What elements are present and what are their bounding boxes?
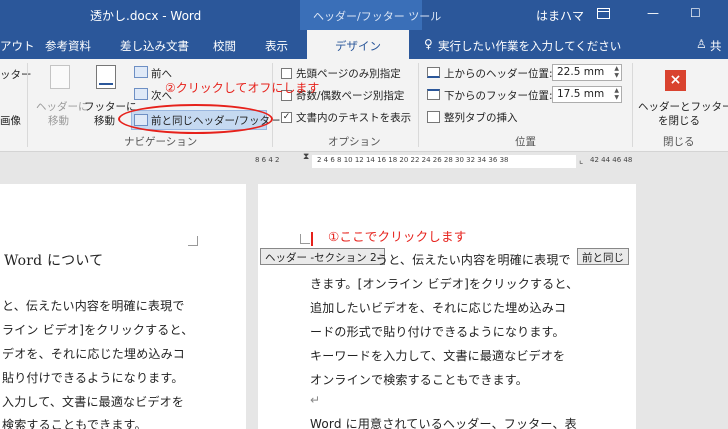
insert-align-tab-icon[interactable] xyxy=(427,111,440,123)
right-line-6: オンラインで検索することもできます。 xyxy=(310,373,528,387)
left-line-6: 検索することもできます。 xyxy=(2,418,147,429)
show-doc-text-label[interactable]: 文書内のテキストを表示 xyxy=(296,110,411,125)
tab-references[interactable]: 参考資料 xyxy=(45,38,91,54)
group-label-position: 位置 xyxy=(515,136,536,148)
prev-icon[interactable] xyxy=(134,66,148,78)
right-line-3: 追加したいビデオを、それに応じた埋め込みコ xyxy=(310,301,567,315)
ruler-mid-numbers: 2 4 6 8 10 12 14 16 18 20 22 24 26 28 30… xyxy=(317,156,509,164)
tab-stop-icon[interactable]: ⌞ xyxy=(579,156,583,166)
goto-footer-icon[interactable] xyxy=(96,65,116,89)
minimize-button[interactable]: — xyxy=(647,6,659,20)
header-section-tag: ヘッダー -セクション 2- xyxy=(260,248,386,265)
tab-view[interactable]: 表示 xyxy=(265,38,288,54)
right-line-8: Word に用意されているヘッダー、フッター、表 xyxy=(310,417,577,429)
goto-header-label-1[interactable]: ヘッダーに xyxy=(36,99,89,114)
lightbulb-icon: ♀ xyxy=(424,37,433,51)
tell-me-input[interactable]: 実行したい作業を入力してください xyxy=(438,38,621,54)
title-bar: 透かし.docx - Word ヘッダー/フッター ツール はまハマ — ☐ xyxy=(0,0,728,30)
tab-layout-partial[interactable]: アウト xyxy=(0,38,35,54)
user-name[interactable]: はまハマ xyxy=(536,7,584,24)
header-from-top-value: 22.5 mm xyxy=(557,66,605,78)
right-line-5: キーワードを入力して、文書に最適なビデオを xyxy=(310,349,566,363)
close-header-footer-label-1[interactable]: ヘッダーとフッター xyxy=(638,99,728,114)
window-title: 透かし.docx - Word xyxy=(90,9,202,23)
group-label-navigation: ナビゲーション xyxy=(124,136,198,148)
ribbon-display-icon[interactable] xyxy=(597,8,610,19)
context-tool-label: ヘッダー/フッター ツール xyxy=(313,10,442,23)
left-line-5: 入力して、文書に最適なビデオを xyxy=(2,395,185,409)
left-line-3: デオを、それに応じた埋め込みコ xyxy=(2,347,186,361)
header-position-icon xyxy=(427,67,440,78)
next-icon[interactable] xyxy=(134,88,148,100)
click-cursor-mark xyxy=(311,232,313,246)
share-label[interactable]: 共 xyxy=(710,38,722,54)
group-label-close: 閉じる xyxy=(663,136,695,148)
footer-from-bottom-input[interactable]: 17.5 mm ▲ ▼ xyxy=(552,86,622,103)
maximize-button[interactable]: ☐ xyxy=(690,6,701,20)
header-from-top-input[interactable]: 22.5 mm ▲ ▼ xyxy=(552,64,622,81)
share-icon[interactable]: ♙ xyxy=(696,37,707,51)
page-left: Word について と、伝えたい内容を明確に表現で ライン ビデオ]をクリックす… xyxy=(0,184,246,429)
annotation-step2: ②クリックしてオフにします xyxy=(165,81,320,95)
indent-marker-icon[interactable]: ⧗ xyxy=(303,152,309,162)
tab-design[interactable]: デザイン xyxy=(307,30,409,59)
ruler-right-numbers: 42 44 46 48 xyxy=(590,156,633,164)
group-separator xyxy=(632,63,633,147)
right-line-1: うと、伝えたい内容を明確に表現で xyxy=(376,253,571,267)
spin-arrows-icon[interactable]: ▲ ▼ xyxy=(614,65,619,79)
left-line-2: ライン ビデオ]をクリックすると、 xyxy=(2,323,194,337)
paragraph-mark: ↵ xyxy=(310,393,321,407)
goto-footer-label-2[interactable]: 移動 xyxy=(94,113,115,128)
margin-corner-mark xyxy=(188,236,198,246)
insert-align-tab-button[interactable]: 整列タブの挿入 xyxy=(444,110,518,125)
show-doc-text-checkbox[interactable]: ✓ xyxy=(281,112,292,123)
group-separator xyxy=(272,63,273,147)
group-label-options: オプション xyxy=(328,136,381,148)
page-right: ①ここでクリックします ヘッダー -セクション 2- 前と同じ うと、伝えたい内… xyxy=(258,184,636,429)
close-header-footer-label-2[interactable]: を閉じる xyxy=(658,113,700,128)
group-separator xyxy=(27,63,28,147)
margin-corner-mark xyxy=(300,234,310,244)
footer-from-bottom-value: 17.5 mm xyxy=(557,88,605,100)
goto-header-label-2[interactable]: 移動 xyxy=(48,113,69,128)
different-first-checkbox[interactable] xyxy=(281,68,292,79)
footer-position-icon xyxy=(427,89,440,100)
ribbon-panel: ッター 画像 ヘッダーに 移動 フッターに 移動 前へ 次へ 前と同じヘッダー/… xyxy=(0,59,728,152)
right-line-2: きます。[オンライン ビデオ]をクリックすると、 xyxy=(310,277,579,291)
same-as-previous-tag: 前と同じ xyxy=(577,248,629,265)
annotation-step1: ①ここでクリックします xyxy=(328,229,467,244)
horizontal-ruler[interactable]: 8 6 4 2 ⧗ 2 4 6 8 10 12 14 16 18 20 22 2… xyxy=(0,152,728,172)
tab-review[interactable]: 校閲 xyxy=(213,38,236,54)
close-x-icon[interactable]: × xyxy=(665,70,686,91)
group-separator xyxy=(418,63,419,147)
right-line-4: ードの形式で貼り付けできるようになります。 xyxy=(310,325,565,339)
partial-image-label[interactable]: 画像 xyxy=(0,113,21,128)
left-line-4: 貼り付けできるようになります。 xyxy=(2,371,184,385)
ruler-left-numbers: 8 6 4 2 xyxy=(255,156,280,164)
annotation-ellipse xyxy=(118,104,273,134)
left-line-1: と、伝えたい内容を明確に表現で xyxy=(2,299,185,313)
left-page-heading: Word について xyxy=(4,253,104,269)
ribbon-tabs: アウト 参考資料 差し込み文書 校閲 表示 デザイン ♀ 実行したい作業を入力し… xyxy=(0,30,728,59)
goto-header-icon[interactable] xyxy=(50,65,70,89)
spin-arrows-icon[interactable]: ▲ ▼ xyxy=(614,87,619,101)
tab-mailings[interactable]: 差し込み文書 xyxy=(120,38,189,54)
footer-from-bottom-label: 下からのフッター位置: xyxy=(444,90,553,102)
header-from-top-label: 上からのヘッダー位置: xyxy=(444,68,553,80)
